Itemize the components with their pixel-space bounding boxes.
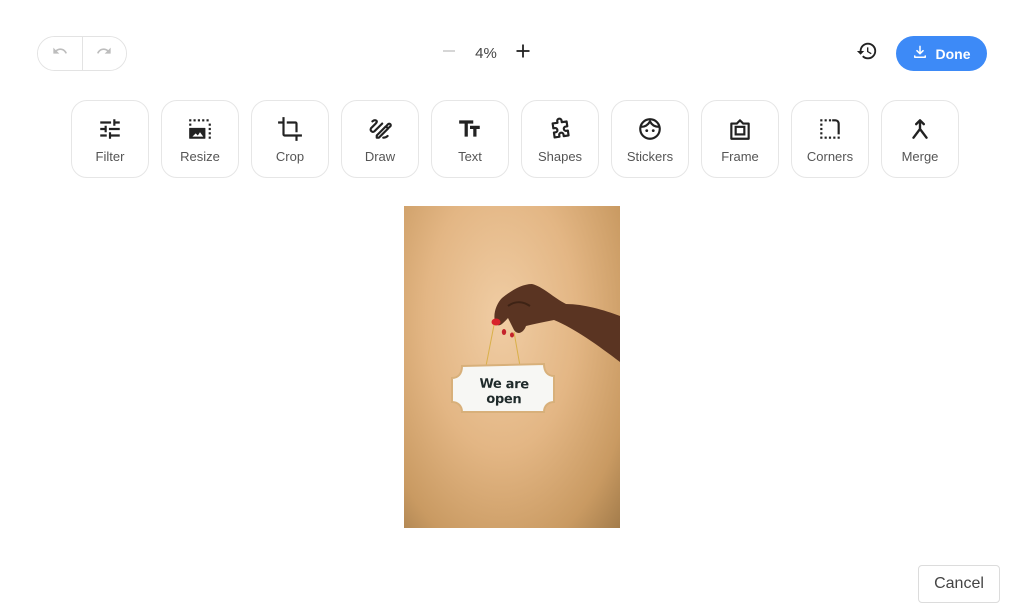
tool-label: Merge (901, 149, 939, 164)
corners-icon (817, 116, 843, 142)
plus-icon (515, 43, 531, 64)
tool-label: Text (458, 149, 482, 164)
tool-filter[interactable]: Filter (71, 100, 149, 178)
done-button[interactable]: Done (896, 36, 987, 71)
tool-shapes[interactable]: Shapes (521, 100, 599, 178)
frame-icon (727, 116, 753, 142)
face-sticker-icon (637, 116, 663, 142)
tool-label: Frame (721, 149, 759, 164)
tool-label: Crop (275, 149, 305, 164)
tool-label: Filter (95, 149, 125, 164)
history-button[interactable] (852, 38, 882, 68)
redo-button[interactable] (81, 37, 126, 70)
done-label: Done (935, 45, 971, 62)
photo-illustration (451, 284, 620, 413)
tool-label: Resize (180, 149, 220, 164)
puzzle-shape-icon (547, 116, 573, 142)
sliders-icon (97, 116, 123, 142)
redo-icon (96, 43, 112, 64)
tool-merge[interactable]: Merge (881, 100, 959, 178)
image-editor: 4% Done Filter Resize Crop Draw Text Sha… (0, 0, 1024, 610)
zoom-in-button[interactable] (510, 38, 536, 68)
tool-frame[interactable]: Frame (701, 100, 779, 178)
resize-icon (187, 116, 213, 142)
undo-redo-group (37, 36, 127, 71)
tool-crop[interactable]: Crop (251, 100, 329, 178)
draw-icon (367, 116, 393, 142)
tool-bar: Filter Resize Crop Draw Text Shapes Stic… (71, 100, 959, 178)
merge-icon (907, 116, 933, 142)
text-icon (457, 116, 483, 142)
tool-label: Stickers (626, 149, 674, 164)
tool-label: Corners (806, 149, 854, 164)
undo-button[interactable] (38, 37, 82, 70)
tool-text[interactable]: Text (431, 100, 509, 178)
undo-icon (52, 43, 68, 64)
sign-text: We are open (479, 376, 529, 408)
tool-draw[interactable]: Draw (341, 100, 419, 178)
tool-stickers[interactable]: Stickers (611, 100, 689, 178)
zoom-out-button[interactable] (436, 38, 462, 68)
minus-icon (441, 43, 457, 64)
history-icon (856, 40, 878, 67)
canvas-image[interactable]: We are open (404, 206, 620, 528)
download-icon (913, 45, 927, 62)
tool-label: Shapes (537, 149, 583, 164)
tool-label: Draw (364, 149, 396, 164)
tool-resize[interactable]: Resize (161, 100, 239, 178)
tool-corners[interactable]: Corners (791, 100, 869, 178)
zoom-level: 4% (475, 44, 497, 62)
cancel-button[interactable]: Cancel (918, 565, 1000, 603)
crop-icon (277, 116, 303, 142)
zoom-control: 4% (436, 38, 536, 68)
